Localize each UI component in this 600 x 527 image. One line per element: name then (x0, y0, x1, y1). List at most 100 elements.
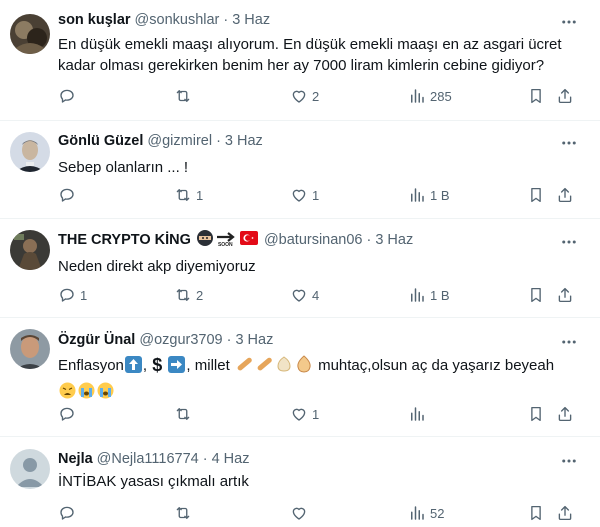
loudly-crying-emoji-icon (78, 382, 95, 405)
like-button[interactable]: 1 (290, 186, 319, 204)
more-icon[interactable] (560, 233, 578, 251)
like-button[interactable]: 4 (290, 286, 319, 304)
views-count: 285 (430, 88, 452, 104)
author-handle[interactable]: @batursinan06 (264, 232, 363, 248)
avatar[interactable] (10, 132, 50, 172)
share-button[interactable] (556, 186, 574, 204)
separator-dot: · (226, 332, 232, 348)
avatar[interactable] (10, 449, 50, 489)
bookmark-button[interactable] (527, 405, 545, 423)
reply-icon (58, 504, 76, 522)
share-button[interactable] (556, 405, 574, 423)
reply-count: 1 (80, 287, 88, 303)
loudly-crying-emoji-icon (97, 382, 114, 405)
bookmark-button[interactable] (527, 286, 545, 304)
retweet-button[interactable]: 1 (174, 186, 203, 204)
text-segment (163, 357, 167, 374)
bookmark-button[interactable] (527, 87, 545, 105)
views-button[interactable]: 1 B (408, 186, 450, 204)
post-date[interactable]: 3 Haz (235, 332, 273, 348)
like-button[interactable] (290, 504, 312, 522)
like-icon (290, 87, 308, 105)
reply-tweet[interactable]: THE CRYPTO KİNG SOON @batursinan06 · 3 H… (0, 219, 600, 318)
ninja-emoji-icon (196, 229, 214, 251)
baguette-emoji-icon (255, 355, 273, 379)
reply-button[interactable] (58, 186, 80, 204)
like-button[interactable]: 2 (290, 87, 319, 105)
views-button[interactable]: 52 (408, 504, 444, 522)
more-icon[interactable] (560, 134, 578, 152)
avatar[interactable] (10, 14, 50, 54)
author-handle[interactable]: @ozgur3709 (139, 332, 222, 348)
avatar[interactable] (10, 329, 50, 369)
post-date[interactable]: 4 Haz (212, 451, 250, 467)
author-name[interactable]: THE CRYPTO KİNG (58, 232, 191, 248)
share-icon (556, 405, 574, 423)
share-button[interactable] (556, 87, 574, 105)
views-button[interactable]: 285 (408, 87, 452, 105)
author-handle[interactable]: @sonkushlar (135, 12, 220, 28)
reply-tweet[interactable]: son kuşlar @sonkushlar · 3 Haz En düşük … (0, 0, 600, 121)
bookmark-icon (527, 286, 545, 304)
like-icon (290, 186, 308, 204)
bookmark-button[interactable] (527, 504, 545, 522)
author-handle[interactable]: @Nejla1116774 (97, 451, 199, 467)
reply-button[interactable] (58, 87, 80, 105)
post-date[interactable]: 3 Haz (375, 232, 413, 248)
author-handle[interactable]: @gizmirel (147, 133, 212, 149)
reply-text: Sebep olanların ... ! (58, 159, 189, 176)
avatar[interactable] (10, 230, 50, 270)
bookmark-button[interactable] (527, 186, 545, 204)
more-icon[interactable] (560, 452, 578, 470)
views-count: 52 (430, 505, 445, 521)
views-button[interactable] (408, 405, 430, 423)
reply-tweet[interactable]: Nejla @Nejla1116774 · 4 Haz İNTİBAK yasa… (0, 437, 600, 527)
soon-arrow-icon: SOON (216, 231, 238, 249)
reply-tweet[interactable]: Özgür Ünal @ozgur3709 · 3 Haz Enflasyon,… (0, 318, 600, 437)
bookmark-icon (527, 504, 545, 522)
like-count: 4 (312, 287, 320, 303)
reply-text: En düşük emekli maaşı alıyorum. En düşük… (58, 36, 562, 74)
retweet-count: 2 (196, 287, 204, 303)
author-name[interactable]: Özgür Ünal (58, 332, 135, 348)
retweet-icon (174, 286, 192, 304)
garlic-emoji-icon (275, 355, 293, 379)
post-date[interactable]: 3 Haz (225, 133, 263, 149)
reply-button[interactable] (58, 504, 80, 522)
retweet-icon (174, 87, 192, 105)
share-button[interactable] (556, 504, 574, 522)
views-button[interactable]: 1 B (408, 286, 450, 304)
retweet-button[interactable]: 2 (174, 286, 203, 304)
dollar-emoji-icon: $ (152, 355, 163, 375)
more-icon[interactable] (560, 13, 578, 31)
text-segment: , millet (186, 357, 234, 374)
soon-label: SOON (217, 242, 233, 248)
separator-dot: · (216, 133, 221, 149)
up-arrow-emoji-icon (124, 356, 142, 379)
separator-dot: · (366, 232, 372, 248)
reply-tweet[interactable]: Gönlü Güzel @gizmirel · 3 Haz Sebep olan… (0, 121, 600, 219)
post-date[interactable]: 3 Haz (232, 12, 270, 28)
reply-button[interactable] (58, 405, 80, 423)
more-icon[interactable] (560, 333, 578, 351)
retweet-icon (174, 405, 192, 423)
retweet-button[interactable] (174, 87, 196, 105)
turkey-flag-icon (239, 231, 258, 249)
share-icon (556, 186, 574, 204)
reply-button[interactable]: 1 (58, 286, 87, 304)
retweet-button[interactable] (174, 504, 196, 522)
author-name[interactable]: Gönlü Güzel (58, 133, 143, 149)
share-button[interactable] (556, 286, 574, 304)
bookmark-icon (527, 186, 545, 204)
views-count: 1 B (430, 287, 450, 303)
author-name[interactable]: son kuşlar (58, 12, 131, 28)
retweet-icon (174, 504, 192, 522)
like-icon (290, 286, 308, 304)
like-button[interactable]: 1 (290, 405, 319, 423)
author-name[interactable]: Nejla (58, 451, 93, 467)
share-icon (556, 286, 574, 304)
retweet-button[interactable] (174, 405, 196, 423)
like-icon (290, 504, 308, 522)
reply-feed: son kuşlar @sonkushlar · 3 Haz En düşük … (0, 0, 600, 527)
retweet-icon (174, 186, 192, 204)
